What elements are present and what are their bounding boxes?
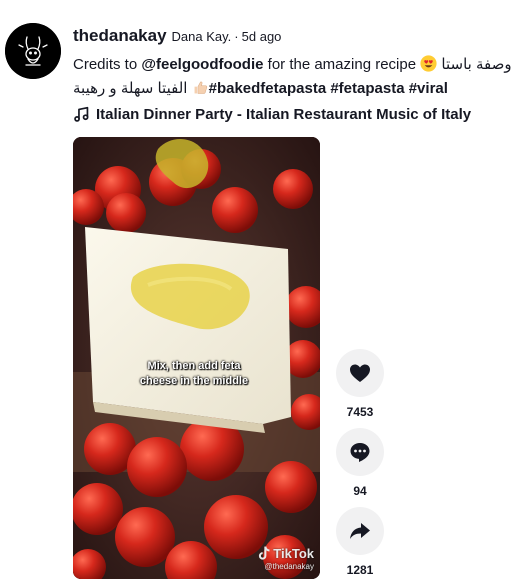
share-icon <box>350 523 370 539</box>
music-title: Italian Dinner Party - Italian Restauran… <box>96 106 472 123</box>
caption-arabic-1: وصفة باستا <box>441 56 512 73</box>
comment-button[interactable] <box>336 428 384 476</box>
share-action: 1281 <box>335 507 385 578</box>
caption-arabic-2: الفيتا سهلة و رهيبة <box>73 80 188 97</box>
heart-icon <box>350 364 370 382</box>
post-age: 5d ago <box>241 29 282 44</box>
author-line: thedanakay Dana Kay. · 5d ago <box>73 26 524 46</box>
avatar-bunny-icon <box>5 23 61 79</box>
music-note-icon <box>74 106 89 122</box>
watermark-handle: @thedanakay <box>264 562 315 571</box>
hashtag-link[interactable]: #viral <box>409 80 448 97</box>
heart-eyes-emoji-icon <box>420 55 437 72</box>
mention-link[interactable]: @feelgoodfoodie <box>141 56 263 73</box>
hashtag-link[interactable]: #bakedfetapasta <box>209 80 327 97</box>
like-button[interactable] <box>336 349 384 397</box>
post-header: thedanakay Dana Kay. · 5d ago Credits to… <box>73 26 524 123</box>
comment-count: 94 <box>353 484 367 498</box>
action-bar: 7453 94 1281 <box>335 349 385 581</box>
video-subtitle: Mix, then add feta cheese in the middle <box>119 359 269 389</box>
video-player[interactable]: Mix, then add feta cheese in the middle … <box>73 137 320 579</box>
nickname: Dana Kay. <box>171 29 232 44</box>
like-count: 7453 <box>346 405 374 419</box>
subtitle-line-2: cheese in the middle <box>139 375 249 387</box>
tiktok-post: thedanakay Dana Kay. · 5d ago Credits to… <box>0 0 524 581</box>
video-frame <box>73 137 320 579</box>
hashtag-link[interactable]: #fetapasta <box>330 80 404 97</box>
thumbs-up-emoji-icon <box>192 79 209 96</box>
username-link[interactable]: thedanakay <box>73 26 167 46</box>
tiktok-watermark: TikTok @thedanakay <box>257 546 314 571</box>
avatar[interactable] <box>5 23 61 79</box>
subtitle-line-1: Mix, then add feta <box>147 360 241 372</box>
comment-icon <box>350 443 370 462</box>
like-action: 7453 <box>335 349 385 420</box>
post-caption: Credits to @feelgoodfoodie for the amazi… <box>73 53 519 101</box>
share-count: 1281 <box>346 563 374 577</box>
comment-action: 94 <box>335 428 385 499</box>
caption-middle: for the amazing recipe <box>263 56 421 73</box>
separator-dot: · <box>234 29 239 44</box>
music-link[interactable]: Italian Dinner Party - Italian Restauran… <box>73 106 524 123</box>
share-button[interactable] <box>336 507 384 555</box>
tiktok-logo-icon <box>259 546 270 560</box>
watermark-brand: TikTok <box>273 546 314 561</box>
caption-prefix: Credits to <box>73 56 142 73</box>
